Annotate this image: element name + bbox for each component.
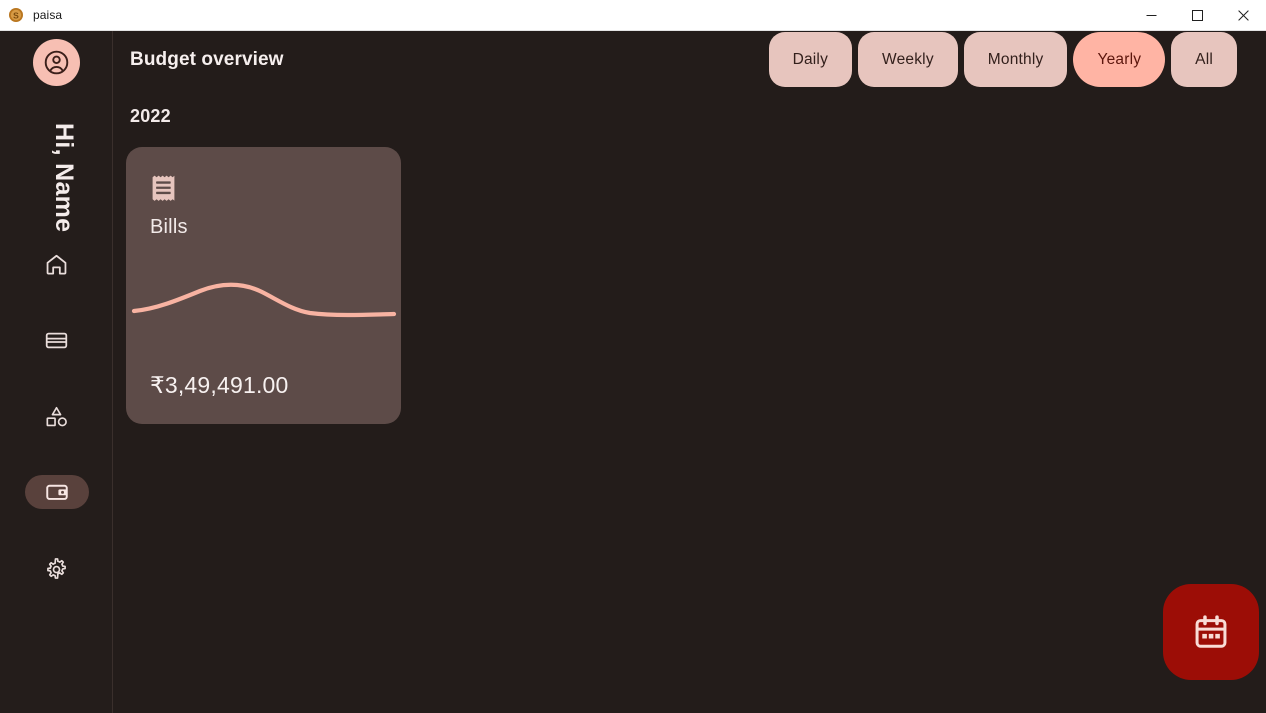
page-title: Budget overview	[130, 49, 284, 70]
receipt-icon	[150, 174, 177, 203]
sidebar-item-settings[interactable]	[25, 551, 89, 585]
filter-chip-all[interactable]: All	[1171, 32, 1237, 87]
avatar[interactable]	[33, 39, 80, 86]
coin-dollar-icon: S	[8, 7, 24, 23]
sidebar-item-categories[interactable]	[25, 399, 89, 433]
greeting-text: Hi, Name	[50, 123, 78, 233]
sidebar: Hi, Name	[0, 31, 113, 713]
sidebar-nav	[0, 247, 113, 627]
window-title: paisa	[33, 8, 63, 22]
budget-card-amount: ₹3,49,491.00	[150, 372, 289, 398]
filter-chip-monthly[interactable]: Monthly	[963, 32, 1068, 87]
account-circle-icon	[43, 49, 70, 76]
filter-chip-weekly[interactable]: Weekly	[858, 32, 958, 87]
wallet-icon	[44, 479, 70, 505]
period-filter-group: Daily Weekly Monthly Yearly All	[768, 32, 1237, 87]
date-range-fab[interactable]	[1163, 584, 1259, 680]
maximize-icon	[1191, 9, 1203, 21]
close-button[interactable]	[1220, 0, 1266, 31]
sidebar-item-accounts[interactable]	[25, 323, 89, 357]
maximize-button[interactable]	[1174, 0, 1220, 31]
sidebar-item-budget[interactable]	[24, 475, 89, 509]
budget-card-bills[interactable]: Bills ₹3,49,491.00	[126, 147, 401, 424]
budget-card-label: Bills	[150, 216, 188, 238]
calendar-icon	[1192, 613, 1230, 651]
svg-text:S: S	[13, 11, 19, 21]
credit-card-icon	[44, 328, 69, 353]
filter-chip-daily[interactable]: Daily	[768, 32, 853, 87]
minimize-button[interactable]	[1128, 0, 1174, 31]
title-bar-left: S paisa	[0, 0, 1128, 30]
shapes-icon	[44, 404, 69, 429]
home-icon	[44, 252, 69, 277]
page-subtitle: 2022	[130, 106, 171, 126]
gear-icon	[44, 556, 69, 581]
window-controls	[1128, 0, 1266, 31]
budget-sparkline-chart	[126, 260, 401, 340]
filter-chip-yearly[interactable]: Yearly	[1073, 32, 1166, 87]
sidebar-item-home[interactable]	[25, 247, 89, 281]
app-window: S paisa Hi, Name Budget overview 2022 Da…	[0, 0, 1266, 713]
minimize-icon	[1146, 10, 1157, 21]
close-icon	[1237, 9, 1249, 21]
title-bar: S paisa	[0, 0, 1266, 31]
main-content: Budget overview 2022 Daily Weekly Monthl…	[114, 31, 1266, 713]
